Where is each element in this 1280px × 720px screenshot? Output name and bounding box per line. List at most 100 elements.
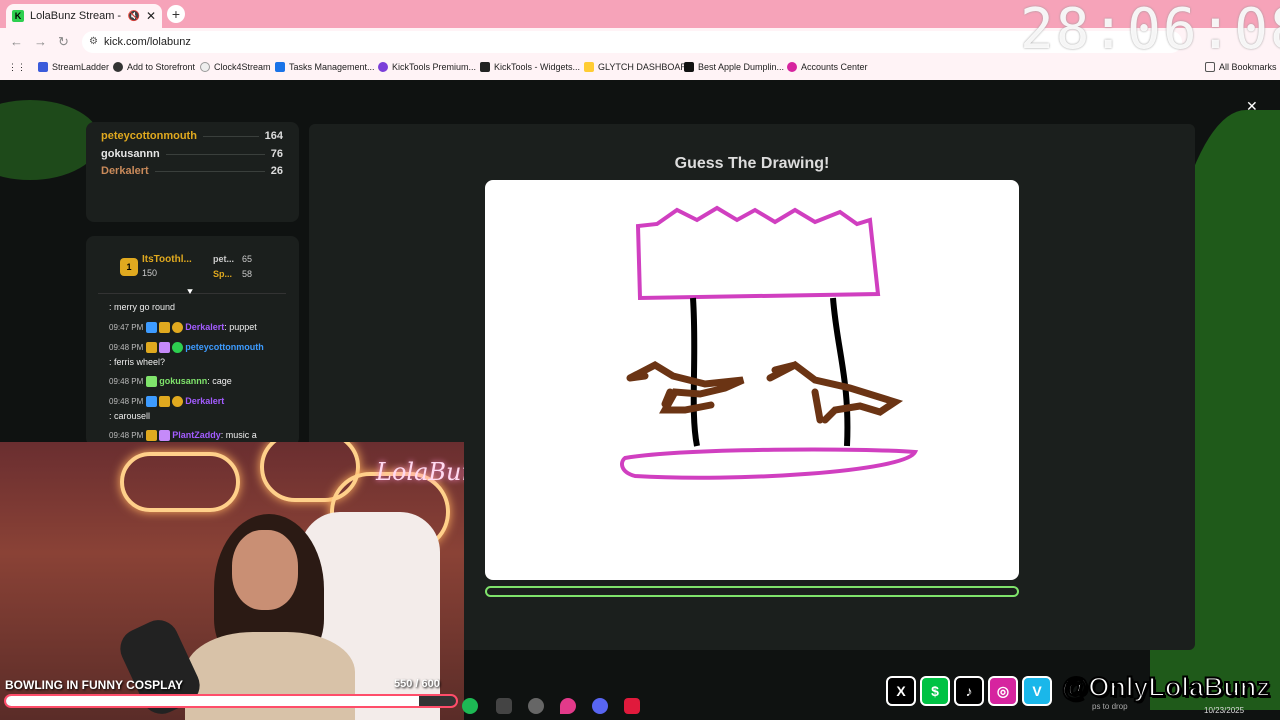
gift-icon xyxy=(159,430,171,442)
gifter-2-name: pet... xyxy=(213,254,235,264)
taskbar-tip: ps to drop xyxy=(1092,702,1128,711)
chat-text: : puppet xyxy=(224,322,257,332)
social-links: X $ ♪ ◎ V xyxy=(886,674,1052,708)
chat-timestamp: 09:48 PM xyxy=(109,377,144,386)
leaderboard-row: peteycottonmouth 164 xyxy=(101,130,283,142)
bunny-icon xyxy=(146,376,158,388)
back-icon[interactable]: ← xyxy=(10,34,23,49)
gifter-3-amount: 58 xyxy=(242,269,253,279)
platform xyxy=(620,447,919,480)
pole-right xyxy=(830,297,851,447)
all-bookmarks[interactable]: All Bookmarks xyxy=(1205,62,1277,72)
glytch-icon xyxy=(584,62,594,72)
widgets-icon xyxy=(480,62,490,72)
scroll-down-icon[interactable]: ⯆ xyxy=(186,287,194,298)
chat-panel: ItsToothl... 150 pet... 65 Sp... 58 ⯆ : … xyxy=(86,236,299,446)
chat-message: 09:47 PM Derkalert: puppet xyxy=(109,320,289,335)
bookmark-label: KickTools - Widgets... xyxy=(494,62,581,72)
taskbar-date: 10/23/2025 xyxy=(1204,706,1245,715)
obs-icon[interactable] xyxy=(528,698,544,714)
spotify-icon[interactable] xyxy=(462,698,478,714)
pole-left xyxy=(690,297,700,447)
chat-message: 09:48 PM Derkalert : carousell xyxy=(109,394,289,423)
bookmark-tasks[interactable]: Tasks Management... xyxy=(275,62,375,72)
chat-text: : merry go round xyxy=(109,302,176,312)
cashapp-icon[interactable]: $ xyxy=(920,676,950,706)
rank-icon xyxy=(172,322,184,334)
tasks-icon xyxy=(275,62,285,72)
rank-badge-icon: 1 xyxy=(120,258,138,276)
clock-icon xyxy=(200,62,210,72)
tab-title: LolaBunz Stream - Watch Li xyxy=(30,10,122,22)
site-info-icon[interactable]: ⚙ xyxy=(89,36,98,47)
new-tab-button[interactable]: + xyxy=(167,5,185,23)
chat-timestamp: 09:48 PM xyxy=(109,397,144,406)
neon-logo: LolaBunz xyxy=(376,458,464,486)
chat-username[interactable]: Derkalert xyxy=(185,396,224,406)
gifter-2-amount: 65 xyxy=(242,254,253,264)
bookmark-label: Tasks Management... xyxy=(289,62,375,72)
bookmark-kicktools-widgets[interactable]: KickTools - Widgets... xyxy=(480,62,580,72)
tiktok-icon[interactable]: ♪ xyxy=(954,676,984,706)
crown-icon xyxy=(159,322,171,334)
top-gifter-amount: 150 xyxy=(142,268,158,278)
storefront-icon xyxy=(113,62,123,72)
app-icon[interactable] xyxy=(624,698,640,714)
bookmark-storefront[interactable]: Add to Storefront xyxy=(113,62,195,72)
social-handle: @OnlyLolaBunz xyxy=(1061,671,1271,703)
reload-icon[interactable]: ↻ xyxy=(58,34,69,50)
bookmark-accounts-center[interactable]: Accounts Center xyxy=(787,62,868,72)
chat-username[interactable]: peteycottonmouth xyxy=(185,342,264,352)
instagram-icon xyxy=(787,62,797,72)
x-icon[interactable]: X xyxy=(886,676,916,706)
close-tab-icon[interactable]: ✕ xyxy=(146,9,162,23)
kicktools-icon xyxy=(378,62,388,72)
bookmark-label: GLYTCH DASHBOARD xyxy=(598,62,694,72)
bookmark-apple-dumplin[interactable]: Best Apple Dumplin... xyxy=(684,62,784,72)
chat-text: : carousell xyxy=(109,411,151,421)
streamladder-icon xyxy=(38,62,48,72)
browser-tab[interactable]: K LolaBunz Stream - Watch Li 🔇 ✕ xyxy=(6,4,162,28)
chat-text: : music a xyxy=(220,430,257,440)
chat-timestamp: 09:47 PM xyxy=(109,323,144,332)
close-overlay-icon[interactable]: ✕ xyxy=(1246,98,1258,115)
goal-count: 550 / 600 xyxy=(394,678,440,690)
chat-message: : merry go round xyxy=(109,300,289,314)
bookmark-label: Best Apple Dumplin... xyxy=(698,62,785,72)
guess-timer-bar xyxy=(485,586,1019,597)
kick-favicon-icon: K xyxy=(12,10,24,22)
bookmark-label: KickTools Premium... xyxy=(392,62,477,72)
bookmark-kicktools-premium[interactable]: KickTools Premium... xyxy=(378,62,476,72)
crown-icon xyxy=(159,396,171,408)
apps-icon[interactable]: ⋮⋮ xyxy=(8,62,26,73)
url-field[interactable]: ⚙ kick.com/lolabunz xyxy=(82,31,1182,53)
chat-username[interactable]: Derkalert xyxy=(185,322,224,332)
goal-bar xyxy=(4,694,458,708)
carousel-drawing xyxy=(620,205,919,480)
goal-title: BOWLING IN FUNNY COSPLAY xyxy=(5,678,184,692)
maps-icon[interactable] xyxy=(560,698,576,714)
chat-username[interactable]: gokusannn xyxy=(159,376,207,386)
folder-icon xyxy=(1205,62,1215,72)
stream-timer: 28:06:08 xyxy=(1020,0,1280,62)
bookmark-glytch[interactable]: GLYTCH DASHBOARD xyxy=(584,62,693,72)
forward-icon[interactable]: → xyxy=(34,34,47,49)
chat-username[interactable]: PlantZaddy xyxy=(172,430,221,440)
bookmark-label: Clock4Stream xyxy=(214,62,271,72)
mute-icon[interactable]: 🔇 xyxy=(127,11,139,22)
crown-icon xyxy=(146,342,158,354)
xbox-icon[interactable] xyxy=(496,698,512,714)
discord-icon[interactable] xyxy=(592,698,608,714)
chat-message: 09:48 PM peteycottonmouth: ferris wheel? xyxy=(109,340,289,369)
instagram-icon[interactable]: ◎ xyxy=(988,676,1018,706)
url-text: kick.com/lolabunz xyxy=(104,36,191,48)
leaderboard-score: 164 xyxy=(264,130,283,142)
bookmark-streamladder[interactable]: StreamLadder xyxy=(38,62,109,72)
recipe-icon xyxy=(684,62,694,72)
venmo-icon[interactable]: V xyxy=(1022,676,1052,706)
streamer-face xyxy=(232,530,298,610)
chat-text: : cage xyxy=(207,376,232,386)
verified-icon xyxy=(172,342,184,354)
canopy xyxy=(635,205,881,301)
bookmark-clock4stream[interactable]: Clock4Stream xyxy=(200,62,271,72)
